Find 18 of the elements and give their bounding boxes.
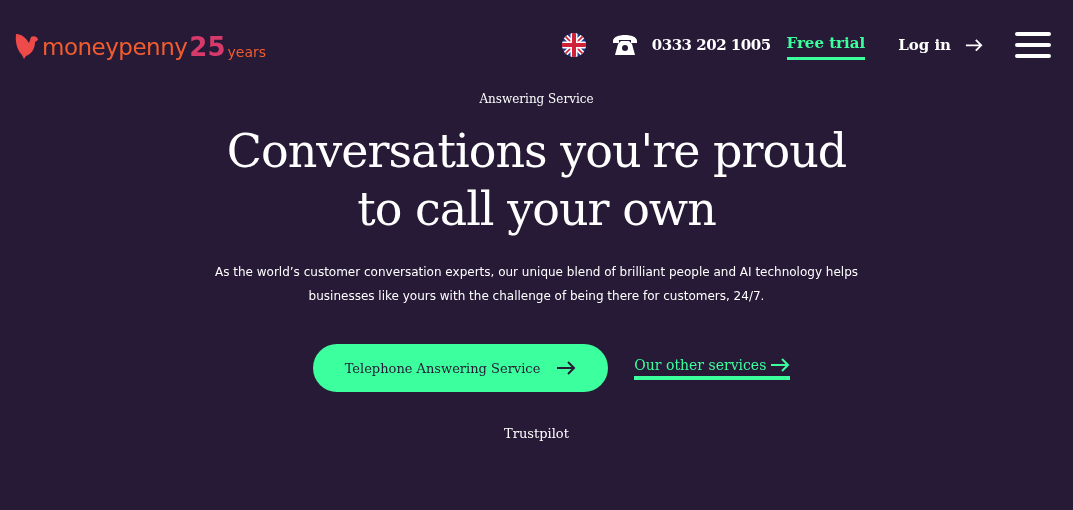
trustpilot-label: Trustpilot <box>504 426 569 441</box>
eyebrow-label: Answering Service <box>479 92 594 106</box>
log-in-link[interactable]: Log in <box>898 36 951 54</box>
telephone-answering-service-button[interactable]: Telephone Answering Service <box>312 344 609 392</box>
logo-years: years <box>227 44 267 60</box>
free-trial-link[interactable]: Free trial <box>786 30 866 60</box>
arrow-right-icon <box>965 38 983 52</box>
uk-flag-icon[interactable] <box>561 33 586 57</box>
hero-description: As the world’s customer conversation experts, our unique blend of brilliant people and AI technology helps businesses like yours with the challenge of being there for customers, 24/7. <box>213 264 860 305</box>
hero-heading: Conversations you're proud to call your own <box>225 123 848 238</box>
menu-button[interactable] <box>1015 31 1051 59</box>
logo-name: moneypenny <box>42 34 188 60</box>
arrow-right-icon <box>770 357 791 372</box>
phone-number-link[interactable]: 0333 202 1005 <box>651 36 771 54</box>
telephone-icon[interactable] <box>611 34 638 56</box>
arrow-right-icon <box>556 361 577 375</box>
logo-anniversary-number: 25 <box>189 34 226 60</box>
other-services-link[interactable]: Our other services <box>634 356 791 380</box>
